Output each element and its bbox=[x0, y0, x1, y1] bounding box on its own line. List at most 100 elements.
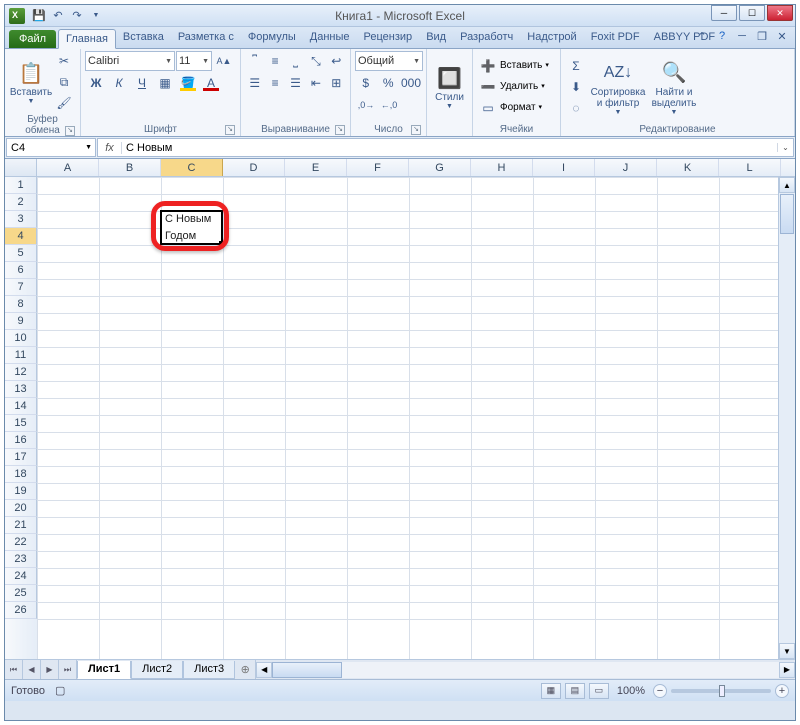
insert-sheet-icon[interactable]: ⊕ bbox=[235, 660, 255, 679]
row-header[interactable]: 5 bbox=[5, 245, 37, 262]
ribbon-tab-4[interactable]: Данные bbox=[303, 28, 357, 48]
orientation-icon[interactable]: ⤡ bbox=[306, 51, 325, 71]
ribbon-tab-8[interactable]: Надстрой bbox=[520, 28, 583, 48]
font-color-icon[interactable]: A bbox=[200, 73, 222, 93]
align-right-icon[interactable]: ☰ bbox=[286, 73, 305, 93]
row-header[interactable]: 22 bbox=[5, 534, 37, 551]
name-box[interactable]: ▼ bbox=[6, 138, 96, 157]
styles-button[interactable]: 🔲 Стили ▼ bbox=[431, 51, 468, 123]
row-header[interactable]: 7 bbox=[5, 279, 37, 296]
sort-filter-button[interactable]: AZ↓ Сортировка и фильтр ▼ bbox=[589, 51, 647, 123]
select-all-corner[interactable] bbox=[5, 159, 37, 176]
row-header[interactable]: 26 bbox=[5, 602, 37, 619]
row-header[interactable]: 20 bbox=[5, 500, 37, 517]
column-header[interactable]: B bbox=[99, 159, 161, 176]
minimize-button[interactable]: ─ bbox=[711, 5, 737, 21]
page-layout-view-icon[interactable]: ▤ bbox=[565, 683, 585, 699]
row-header[interactable]: 13 bbox=[5, 381, 37, 398]
align-bottom-icon[interactable]: ⎵ bbox=[286, 51, 305, 71]
row-header[interactable]: 19 bbox=[5, 483, 37, 500]
font-launcher[interactable]: ↘ bbox=[225, 125, 235, 135]
row-header[interactable]: 4 bbox=[5, 228, 37, 245]
vertical-scrollbar[interactable]: ▲ ▼ bbox=[778, 177, 795, 659]
maximize-button[interactable]: ☐ bbox=[739, 5, 765, 21]
page-break-view-icon[interactable]: ▭ bbox=[589, 683, 609, 699]
scroll-down-icon[interactable]: ▼ bbox=[779, 643, 795, 659]
clipboard-launcher[interactable]: ↘ bbox=[65, 126, 75, 136]
doc-minimize-icon[interactable]: ─ bbox=[735, 29, 749, 43]
undo-icon[interactable]: ↶ bbox=[50, 8, 66, 24]
format-painter-icon[interactable]: 🖌 bbox=[53, 93, 75, 113]
ribbon-tab-7[interactable]: Разработч bbox=[453, 28, 520, 48]
currency-icon[interactable]: $ bbox=[355, 73, 377, 93]
horizontal-scrollbar[interactable]: ◀ ▶ bbox=[255, 660, 795, 679]
close-button[interactable]: ✕ bbox=[767, 5, 793, 21]
row-header[interactable]: 25 bbox=[5, 585, 37, 602]
delete-cells-button[interactable]: ➖Удалить▾ bbox=[477, 77, 556, 97]
row-header[interactable]: 21 bbox=[5, 517, 37, 534]
row-header[interactable]: 16 bbox=[5, 432, 37, 449]
underline-button[interactable]: Ч bbox=[131, 73, 153, 93]
row-header[interactable]: 6 bbox=[5, 262, 37, 279]
number-format-combo[interactable]: Общий▼ bbox=[355, 51, 423, 71]
insert-cells-button[interactable]: ➕Вставить▾ bbox=[477, 56, 556, 76]
name-box-dropdown-icon[interactable]: ▼ bbox=[82, 144, 95, 151]
comma-icon[interactable]: 000 bbox=[400, 73, 422, 93]
ribbon-tab-3[interactable]: Формулы bbox=[241, 28, 303, 48]
border-icon[interactable]: ▦ bbox=[154, 73, 176, 93]
scroll-up-icon[interactable]: ▲ bbox=[779, 177, 795, 193]
row-header[interactable]: 17 bbox=[5, 449, 37, 466]
minimize-ribbon-icon[interactable]: ⌃ bbox=[695, 29, 709, 43]
ribbon-tab-1[interactable]: Вставка bbox=[116, 28, 171, 48]
ribbon-tab-2[interactable]: Разметка с bbox=[171, 28, 241, 48]
sheet-nav-last-icon[interactable]: ⏭ bbox=[59, 660, 77, 679]
align-left-icon[interactable]: ☰ bbox=[245, 73, 264, 93]
zoom-slider[interactable] bbox=[671, 689, 771, 693]
formula-expand-icon[interactable]: ⌄ bbox=[777, 143, 793, 152]
help-icon[interactable]: ? bbox=[715, 29, 729, 43]
increase-decimal-icon[interactable]: ,0→ bbox=[355, 95, 377, 115]
cells-area[interactable]: С НовымГодом bbox=[37, 177, 778, 659]
row-header[interactable]: 14 bbox=[5, 398, 37, 415]
row-header[interactable]: 1 bbox=[5, 177, 37, 194]
normal-view-icon[interactable]: ▦ bbox=[541, 683, 561, 699]
clear-icon[interactable]: ◌ bbox=[565, 98, 587, 118]
doc-restore-icon[interactable]: ❐ bbox=[755, 29, 769, 43]
decrease-decimal-icon[interactable]: ←,0 bbox=[378, 95, 400, 115]
number-launcher[interactable]: ↘ bbox=[411, 125, 421, 135]
column-header[interactable]: C bbox=[161, 159, 223, 176]
autosum-icon[interactable]: Σ bbox=[565, 56, 587, 76]
row-header[interactable]: 23 bbox=[5, 551, 37, 568]
font-name-combo[interactable]: Calibri▼ bbox=[85, 51, 175, 71]
fill-color-icon[interactable]: 🪣 bbox=[177, 73, 199, 93]
macro-record-icon[interactable]: ▢ bbox=[55, 684, 65, 697]
column-header[interactable]: J bbox=[595, 159, 657, 176]
ribbon-tab-5[interactable]: Рецензир bbox=[357, 28, 420, 48]
decrease-indent-icon[interactable]: ⇤ bbox=[306, 73, 325, 93]
column-header[interactable]: I bbox=[533, 159, 595, 176]
cut-icon[interactable]: ✂ bbox=[53, 51, 75, 71]
alignment-launcher[interactable]: ↘ bbox=[335, 125, 345, 135]
save-icon[interactable]: 💾 bbox=[31, 8, 47, 24]
column-header[interactable]: E bbox=[285, 159, 347, 176]
column-header[interactable]: F bbox=[347, 159, 409, 176]
find-select-button[interactable]: 🔍 Найти и выделить ▼ bbox=[647, 51, 701, 123]
ribbon-tab-9[interactable]: Foxit PDF bbox=[584, 28, 647, 48]
row-header[interactable]: 12 bbox=[5, 364, 37, 381]
ribbon-tab-6[interactable]: Вид bbox=[419, 28, 453, 48]
sheet-nav-first-icon[interactable]: ⏮ bbox=[5, 660, 23, 679]
font-size-combo[interactable]: 11▼ bbox=[176, 51, 212, 71]
fill-icon[interactable]: ⬇ bbox=[565, 77, 587, 97]
row-header[interactable]: 8 bbox=[5, 296, 37, 313]
zoom-percent[interactable]: 100% bbox=[617, 685, 645, 697]
row-header[interactable]: 24 bbox=[5, 568, 37, 585]
sheet-tab[interactable]: Лист2 bbox=[131, 661, 183, 679]
file-tab[interactable]: Файл bbox=[9, 30, 56, 48]
sheet-nav-next-icon[interactable]: ▶ bbox=[41, 660, 59, 679]
wrap-text-icon[interactable]: ↩ bbox=[327, 51, 346, 71]
zoom-out-icon[interactable]: − bbox=[653, 684, 667, 698]
redo-icon[interactable]: ↷ bbox=[69, 8, 85, 24]
merge-icon[interactable]: ⊞ bbox=[327, 73, 346, 93]
paste-button[interactable]: 📋 Вставить ▼ bbox=[9, 51, 53, 113]
align-center-icon[interactable]: ≡ bbox=[265, 73, 284, 93]
